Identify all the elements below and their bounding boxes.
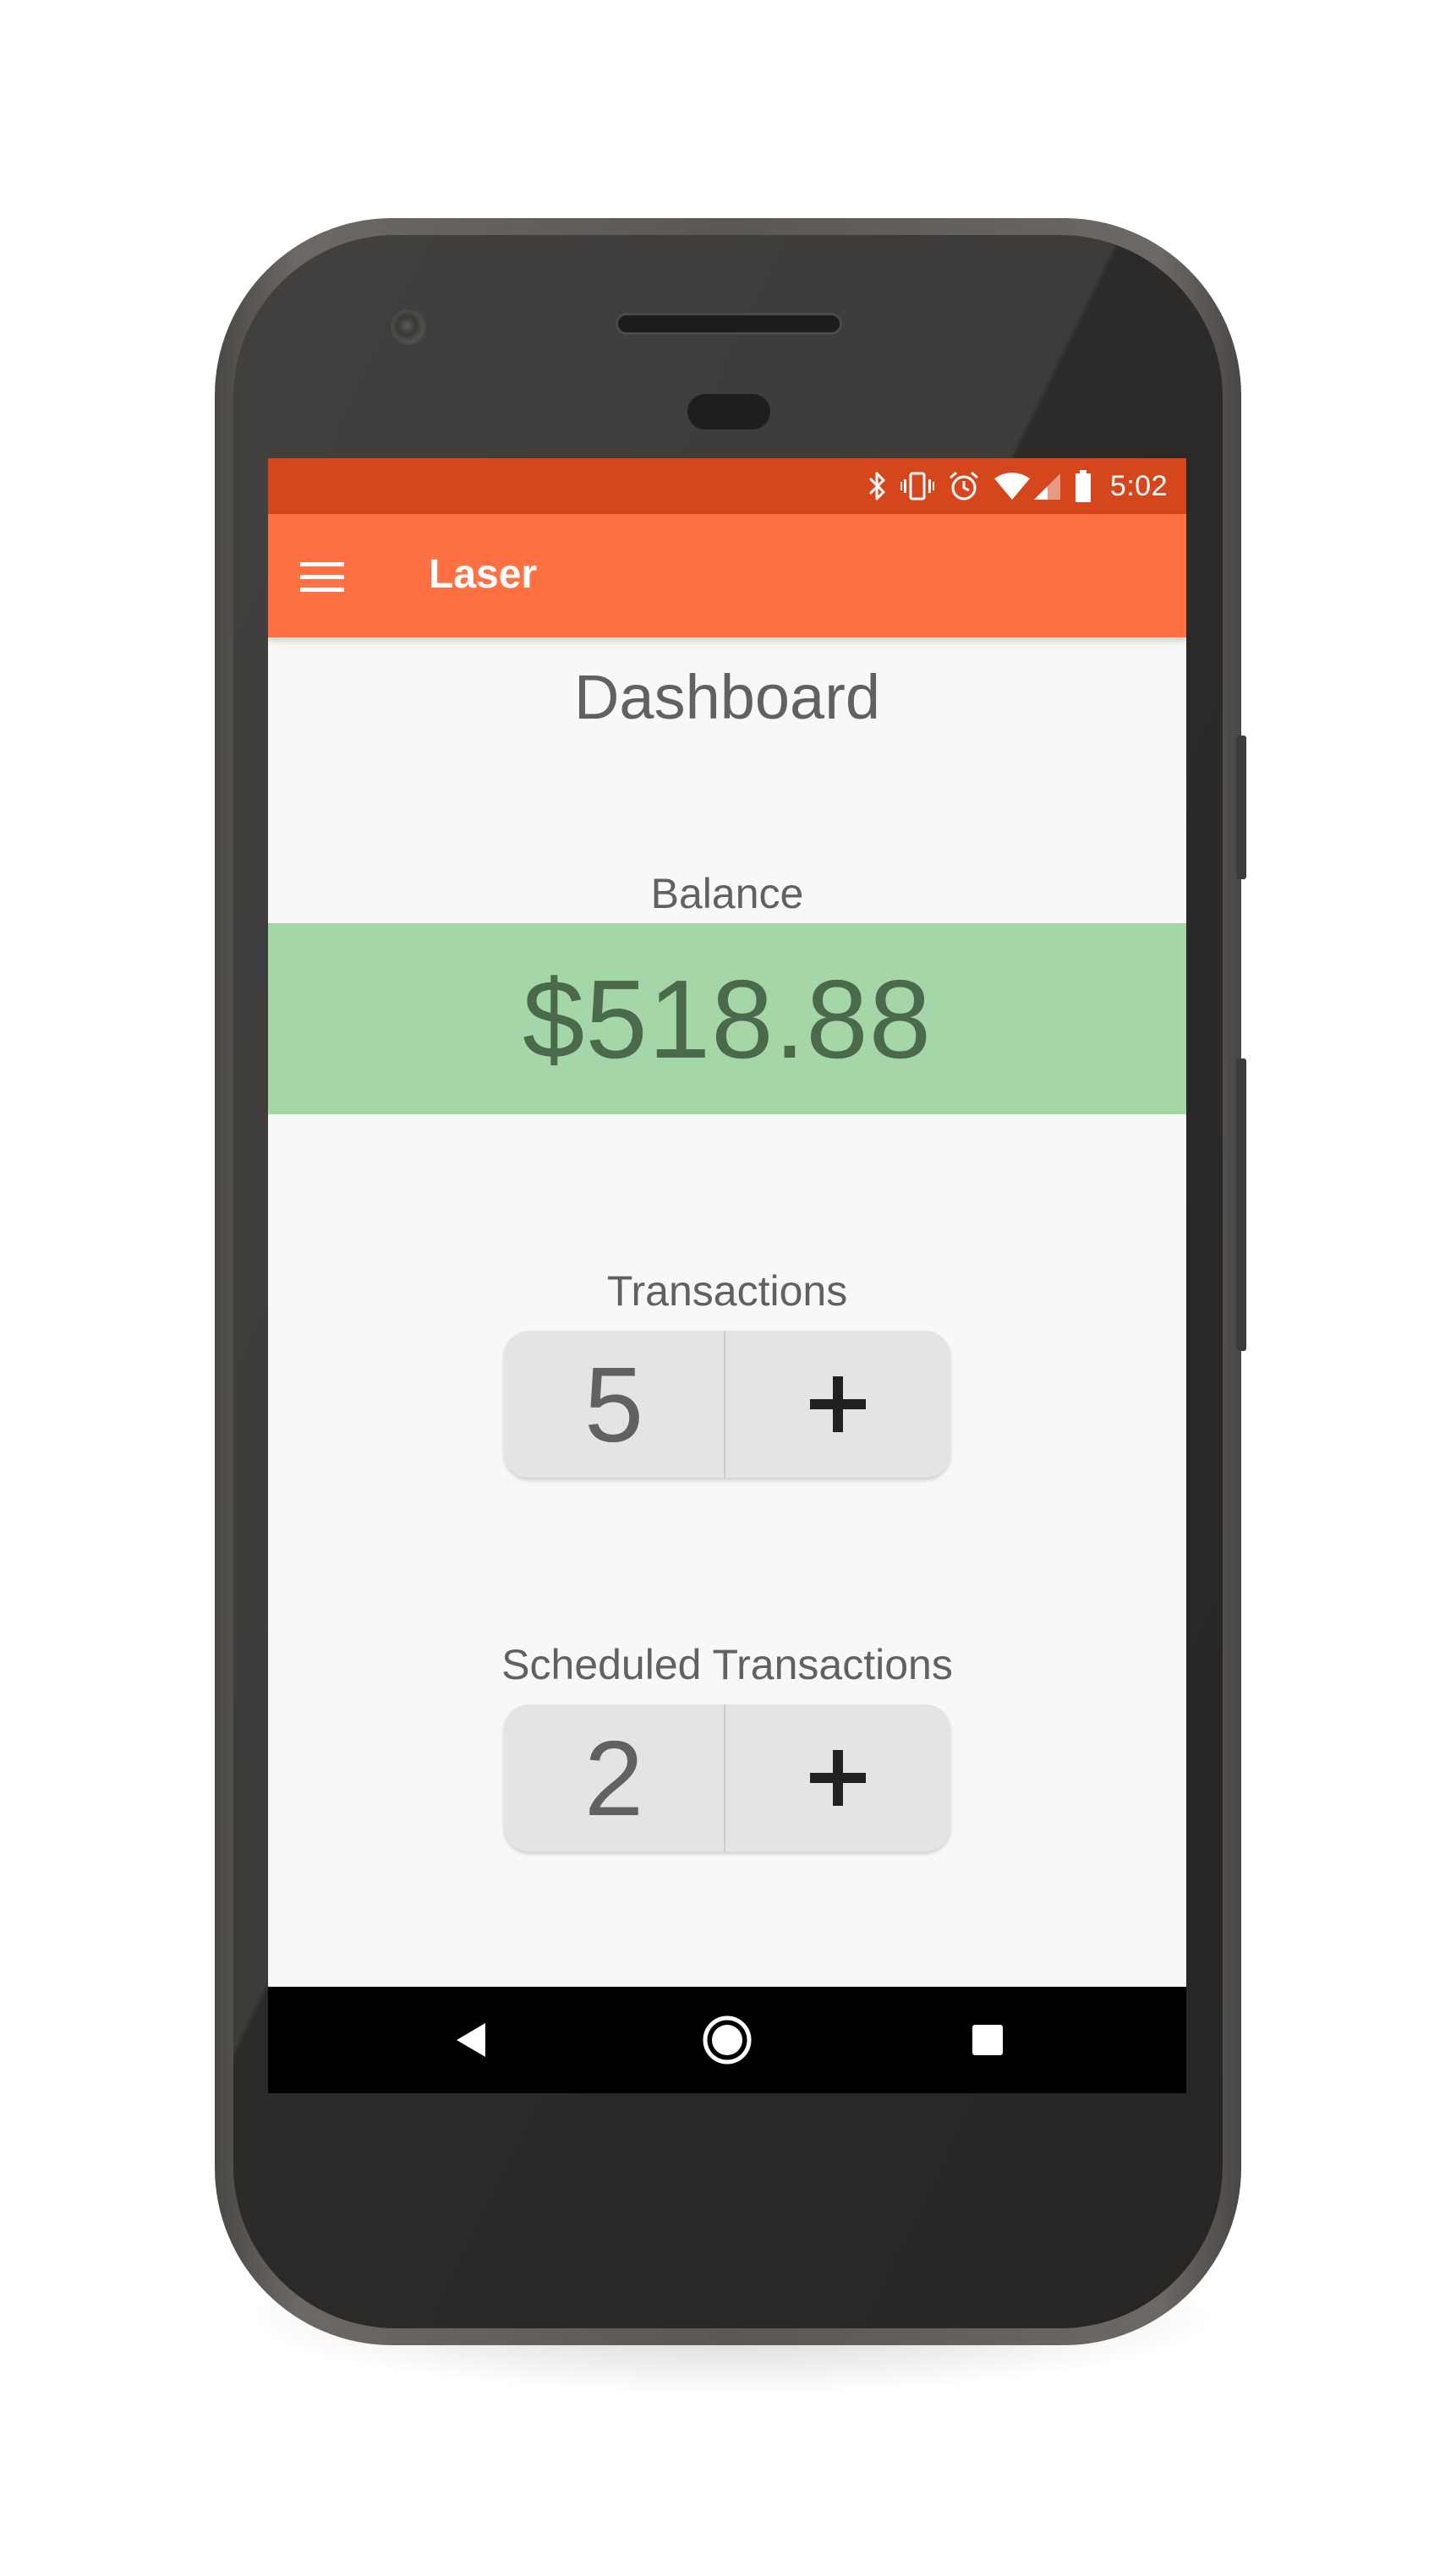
recents-icon[interactable] <box>924 1987 1051 2093</box>
plus-icon <box>810 1376 866 1432</box>
volume-button <box>1236 1058 1246 1351</box>
transactions-counter: 5 <box>504 1331 950 1478</box>
power-button <box>1236 736 1246 879</box>
back-icon[interactable] <box>407 1987 534 2093</box>
wifi-icon <box>993 472 1031 500</box>
balance-value: $518.88 <box>522 956 933 1081</box>
bluetooth-icon <box>868 470 887 502</box>
balance-panel: $518.88 <box>268 923 1186 1114</box>
proximity-sensor <box>687 394 770 429</box>
earpiece-speaker <box>616 313 842 335</box>
signal-icon <box>1032 472 1061 500</box>
status-bar: 5:02 <box>268 458 1186 514</box>
dashboard-content: Dashboard Balance $518.88 Transactions 5… <box>268 637 1186 1995</box>
battery-icon <box>1075 470 1092 502</box>
status-icons: 5:02 <box>868 470 1186 503</box>
plus-icon <box>810 1750 866 1806</box>
page-title: Dashboard <box>573 662 880 732</box>
balance-label: Balance <box>650 870 804 917</box>
phone-screen: 5:02 Laser Dashboard Balance $518.88 Tra… <box>268 458 1186 2093</box>
add-scheduled-transaction-button[interactable] <box>725 1704 950 1851</box>
scheduled-transactions-label: Scheduled Transactions <box>501 1641 953 1688</box>
transactions-label: Transactions <box>606 1267 848 1315</box>
app-title: Laser <box>429 552 538 597</box>
hamburger-menu-icon[interactable] <box>290 544 354 609</box>
alarm-icon <box>948 470 980 502</box>
vibrate-icon <box>900 471 934 501</box>
app-bar: Laser <box>268 514 1186 637</box>
add-transaction-button[interactable] <box>725 1331 950 1478</box>
scheduled-transactions-counter: 2 <box>504 1704 950 1851</box>
navigation-bar <box>268 1987 1186 2093</box>
status-time: 5:02 <box>1109 469 1168 502</box>
transactions-count-button[interactable]: 5 <box>504 1331 725 1478</box>
home-icon[interactable] <box>664 1987 791 2093</box>
scheduled-transactions-count-button[interactable]: 2 <box>504 1704 725 1851</box>
front-camera <box>391 309 426 345</box>
